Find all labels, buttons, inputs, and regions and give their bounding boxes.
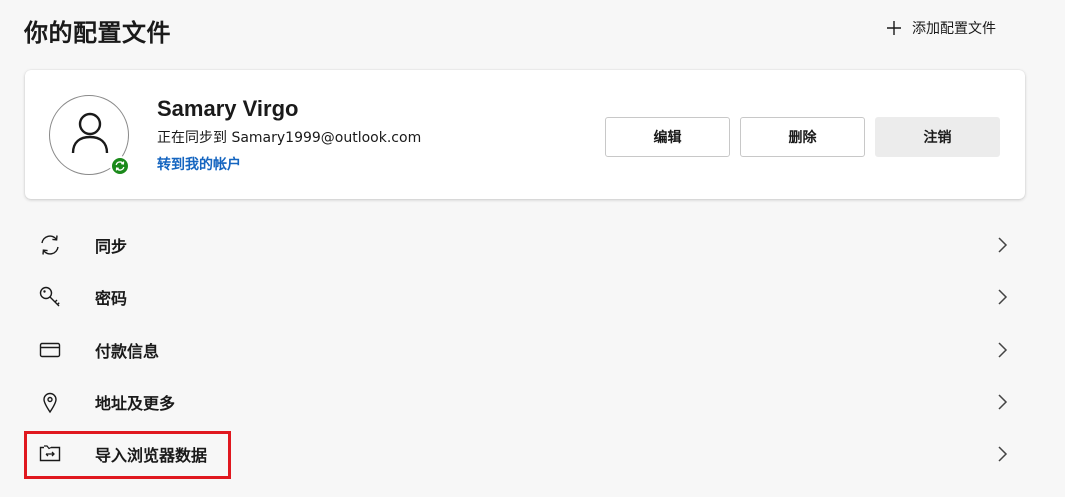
edit-button[interactable]: 编辑 — [605, 117, 730, 157]
delete-button[interactable]: 删除 — [740, 117, 865, 157]
chevron-right-icon — [998, 342, 1008, 358]
chevron-right-icon — [998, 289, 1008, 305]
person-icon — [71, 112, 109, 154]
manage-account-link[interactable]: 转到我的帐户 — [157, 154, 241, 174]
settings-row-label: 付款信息 — [95, 342, 160, 361]
sync-badge-icon — [115, 161, 125, 171]
location-pin-icon — [37, 389, 63, 415]
plus-icon — [887, 21, 901, 35]
sign-out-button[interactable]: 注销 — [875, 117, 1000, 157]
page-title: 你的配置文件 — [24, 19, 171, 47]
add-profile-button[interactable]: 添加配置文件 — [886, 18, 996, 38]
settings-row-payment[interactable]: 付款信息 — [25, 324, 1025, 376]
chevron-right-icon — [998, 237, 1008, 253]
profile-name: Samary Virgo — [157, 96, 299, 121]
highlight-annotation-box — [24, 431, 231, 479]
settings-row-label: 密码 — [95, 289, 128, 308]
settings-row-sync[interactable]: 同步 — [25, 219, 1025, 271]
sync-icon — [37, 232, 63, 258]
key-icon — [37, 284, 63, 310]
profiles-settings-page: 你的配置文件 添加配置文件 Samary Virgo 正在同步到 Samary1… — [0, 0, 1065, 497]
settings-row-label: 地址及更多 — [95, 394, 176, 413]
card-icon — [37, 337, 63, 363]
sync-status-text: 正在同步到 Samary1999@outlook.com — [157, 130, 422, 146]
settings-row-passwords[interactable]: 密码 — [25, 271, 1025, 323]
chevron-right-icon — [998, 446, 1008, 462]
sync-status-badge — [110, 156, 130, 176]
profile-card: Samary Virgo 正在同步到 Samary1999@outlook.co… — [25, 70, 1025, 199]
add-profile-label: 添加配置文件 — [912, 21, 996, 37]
chevron-right-icon — [998, 394, 1008, 410]
settings-row-label: 同步 — [95, 237, 128, 256]
settings-row-addresses[interactable]: 地址及更多 — [25, 376, 1025, 428]
